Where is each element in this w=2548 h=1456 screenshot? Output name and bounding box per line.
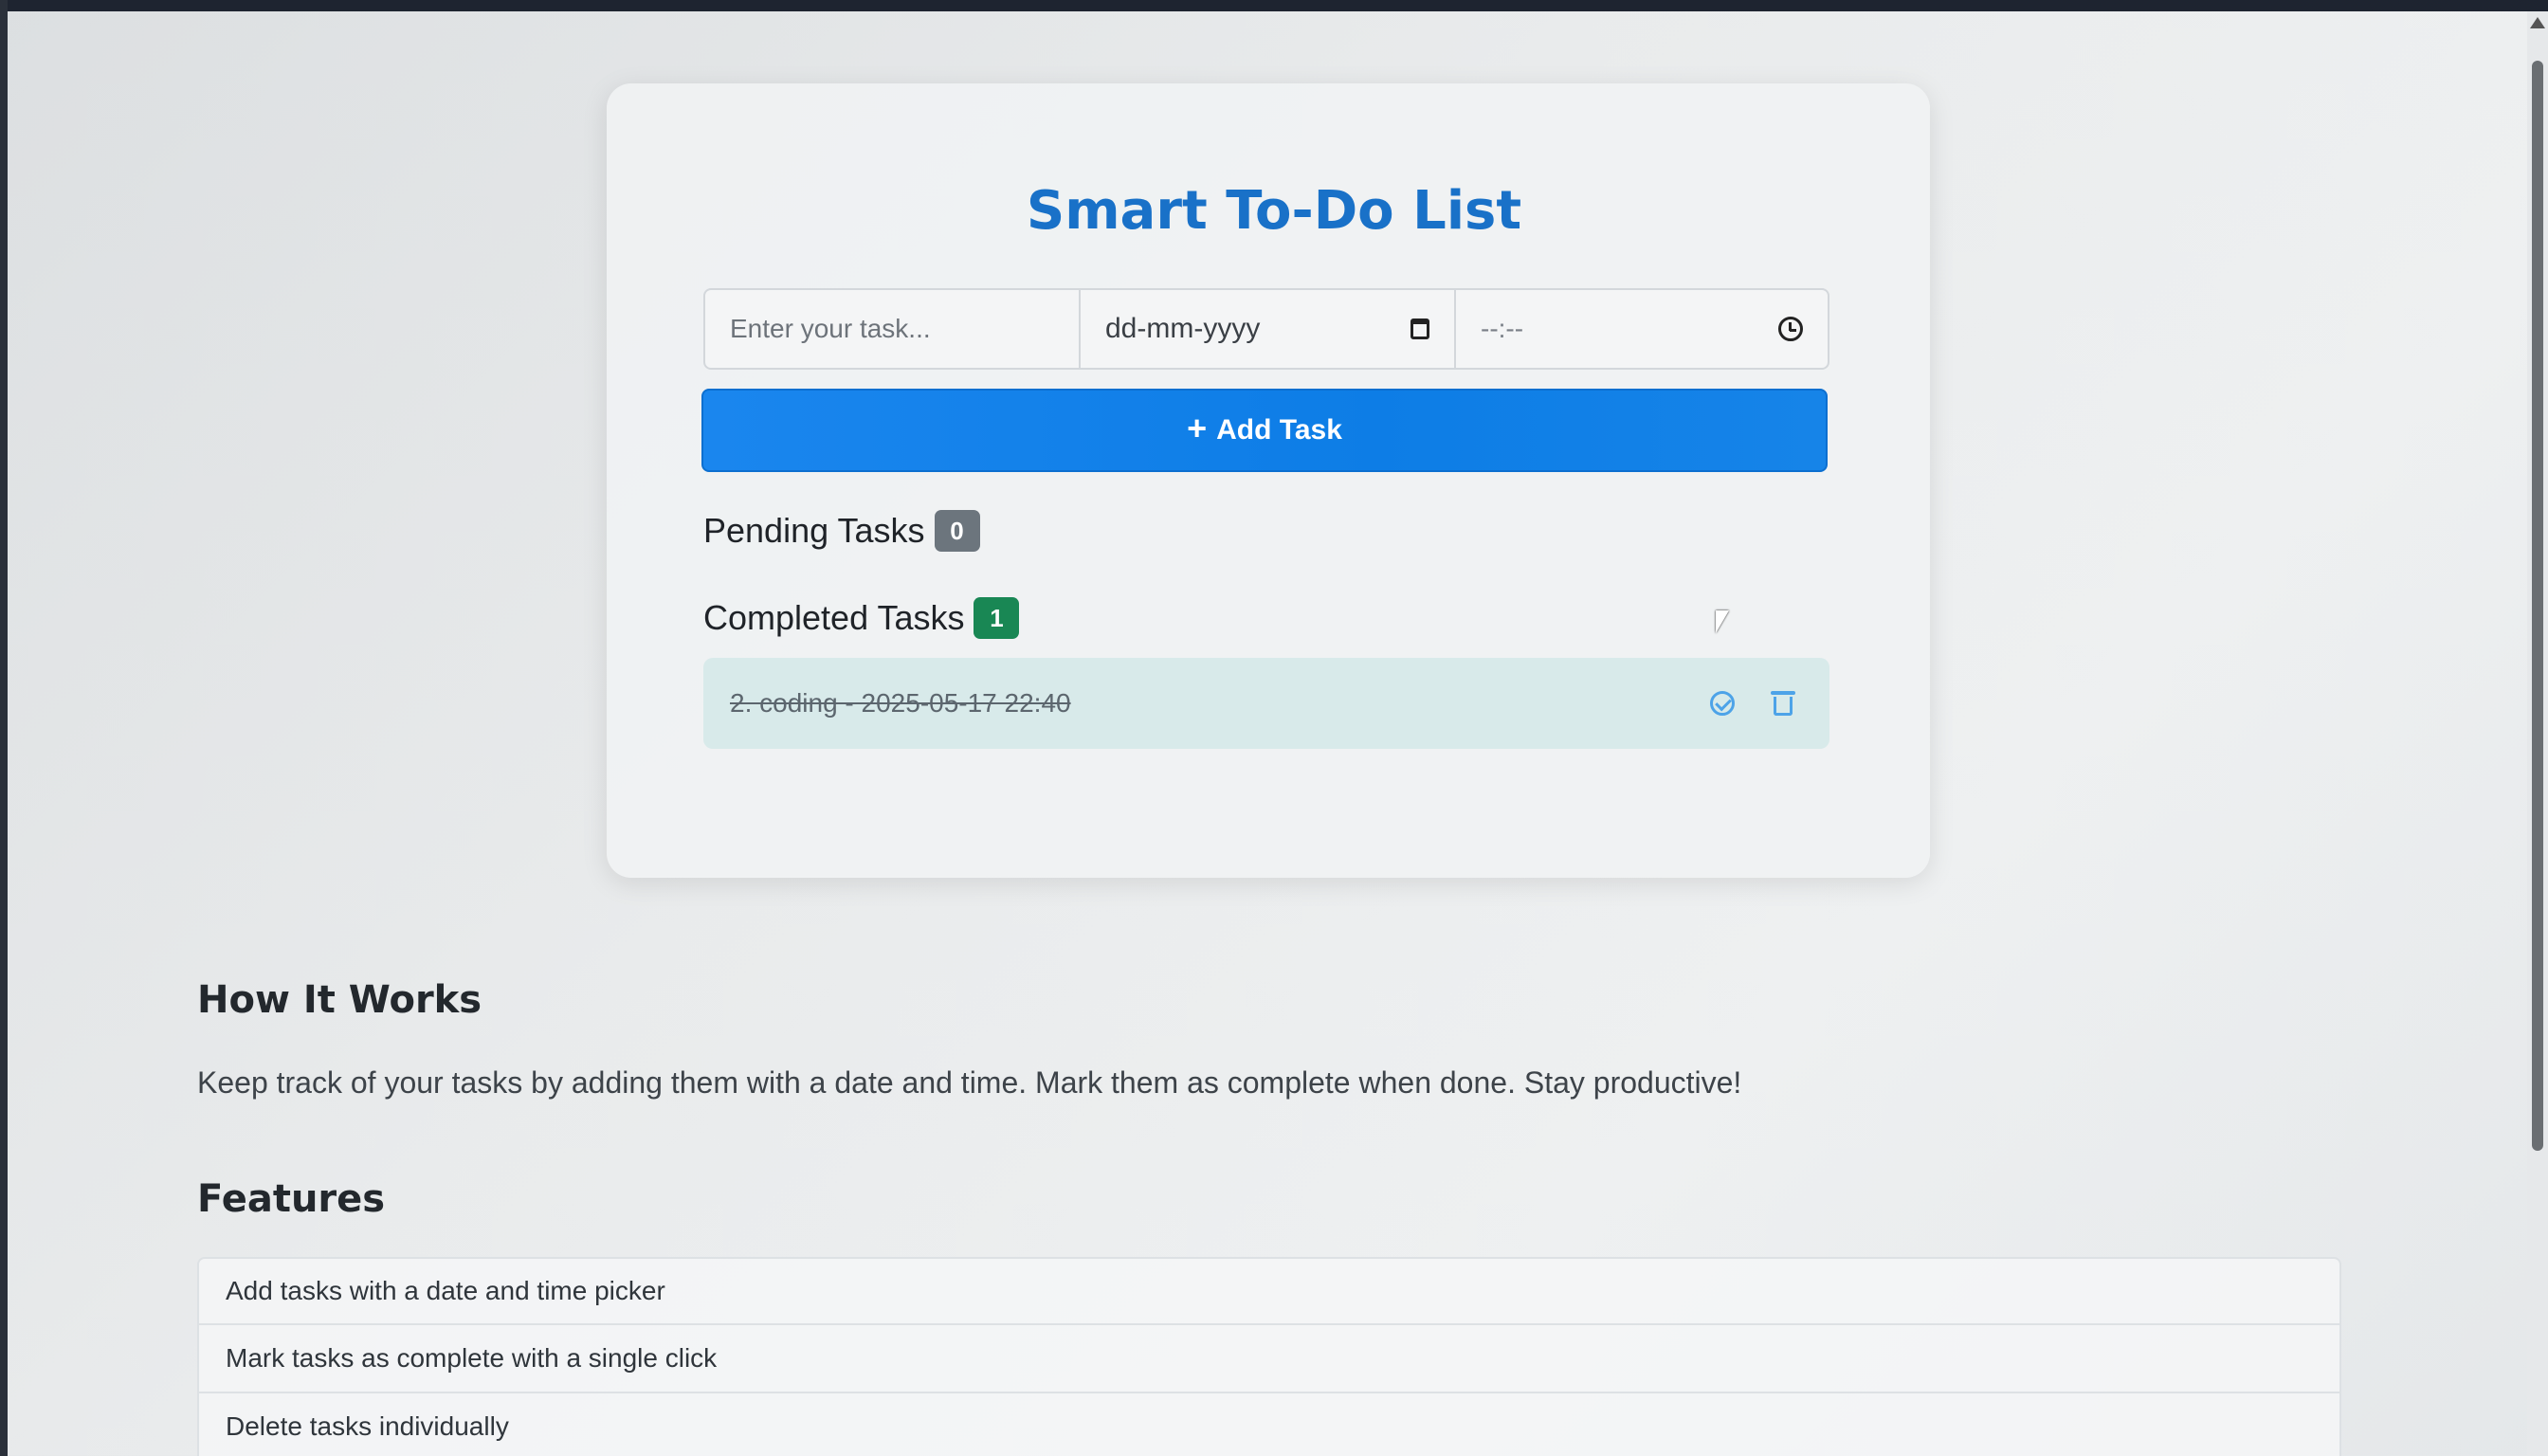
feature-item: Mark tasks as complete with a single cli… [197, 1325, 2341, 1393]
task-item-text: 2. coding - 2025-05-17 22:40 [730, 688, 1071, 718]
completed-task-item: 2. coding - 2025-05-17 22:40 [703, 658, 1829, 749]
scroll-up-arrow-icon[interactable] [2530, 17, 2545, 28]
how-it-works-text: Keep track of your tasks by adding them … [197, 1065, 1742, 1100]
time-picker-input[interactable]: --:-- [1456, 290, 1828, 368]
mouse-cursor-icon [1716, 610, 1729, 633]
completed-tasks-label: Completed Tasks [703, 598, 965, 637]
task-input[interactable]: Enter your task... [705, 290, 1081, 368]
pending-tasks-heading: Pending Tasks 0 [703, 510, 980, 552]
trash-icon[interactable] [1771, 691, 1795, 716]
feature-item: Delete tasks individually [197, 1393, 2341, 1456]
time-value: --:-- [1481, 314, 1524, 343]
pending-count-badge: 0 [934, 510, 980, 552]
how-it-works-heading: How It Works [197, 978, 482, 1022]
add-task-label: Add Task [1216, 414, 1342, 446]
feature-item: Add tasks with a date and time picker [197, 1257, 2341, 1325]
date-value: dd-mm-yyyy [1105, 313, 1261, 344]
task-input-placeholder: Enter your task... [730, 314, 931, 343]
features-heading: Features [197, 1177, 386, 1221]
check-circle-icon[interactable] [1710, 691, 1735, 716]
browser-top-bar [0, 0, 2548, 11]
add-task-button[interactable]: + Add Task [701, 389, 1828, 472]
page-title: Smart To-Do List [1026, 180, 1522, 242]
features-list: Add tasks with a date and time picker Ma… [197, 1257, 2341, 1456]
task-input-row: Enter your task... dd-mm-yyyy --:-- [703, 288, 1829, 370]
completed-count-badge: 1 [974, 597, 1020, 639]
clock-icon[interactable] [1778, 317, 1803, 341]
calendar-icon[interactable] [1410, 318, 1429, 339]
pending-tasks-label: Pending Tasks [703, 511, 925, 550]
completed-tasks-heading: Completed Tasks 1 [703, 597, 1020, 639]
plus-icon: + [1187, 409, 1208, 447]
date-picker-input[interactable]: dd-mm-yyyy [1081, 290, 1456, 368]
